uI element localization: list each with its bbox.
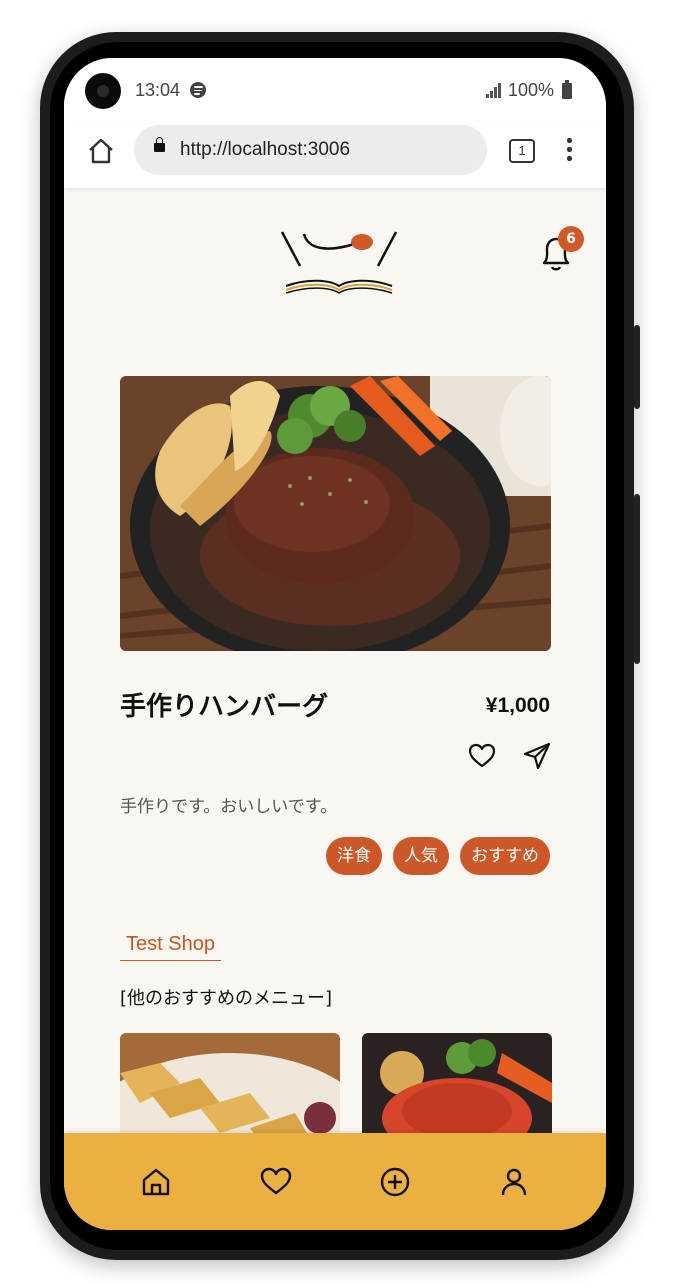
tag-chip[interactable]: 人気 — [393, 837, 449, 875]
signal-icon — [486, 82, 504, 98]
user-icon[interactable] — [498, 1166, 530, 1198]
tag-chip[interactable]: 洋食 — [326, 837, 382, 875]
home-icon[interactable] — [140, 1166, 172, 1198]
notification-badge: 6 — [558, 226, 584, 252]
battery-percent: 100% — [508, 80, 555, 100]
volume-button — [634, 325, 640, 409]
product-image — [120, 376, 551, 651]
recommend-heading: [他のおすすめのメニュー] — [120, 988, 333, 1009]
share-send-icon[interactable] — [522, 741, 552, 771]
tab-switcher-button[interactable]: 1 — [509, 139, 535, 163]
spotify-icon — [190, 82, 206, 98]
bottom-navigation — [64, 1133, 606, 1230]
lock-icon — [154, 137, 165, 152]
screen: 13:04 100% http://localhost:3006 1 6 手作り… — [64, 58, 606, 1230]
product-title: 手作りハンバーグ — [120, 692, 329, 722]
app-logo — [280, 231, 398, 294]
status-time: 13:04 — [135, 80, 181, 100]
heart-icon[interactable] — [260, 1166, 292, 1198]
battery-icon — [562, 80, 572, 99]
browser-menu-icon[interactable] — [564, 138, 574, 164]
product-description: 手作りです。おいしいです。 — [120, 797, 338, 817]
plus-circle-icon[interactable] — [379, 1166, 411, 1198]
power-button — [634, 494, 640, 664]
url-bar[interactable]: http://localhost:3006 — [134, 125, 487, 175]
camera-icon — [85, 73, 121, 109]
url-text: http://localhost:3006 — [180, 139, 351, 160]
browser-home-icon[interactable] — [86, 136, 116, 166]
shop-name-link[interactable]: Test Shop — [120, 933, 221, 961]
product-price: ¥1,000 — [485, 694, 550, 717]
tag-list: 洋食 人気 おすすめ — [326, 837, 550, 875]
browser-toolbar: http://localhost:3006 1 — [64, 122, 606, 188]
tag-chip[interactable]: おすすめ — [460, 837, 550, 875]
status-bar: 13:04 100% — [64, 58, 606, 122]
like-heart-icon[interactable] — [468, 742, 496, 770]
